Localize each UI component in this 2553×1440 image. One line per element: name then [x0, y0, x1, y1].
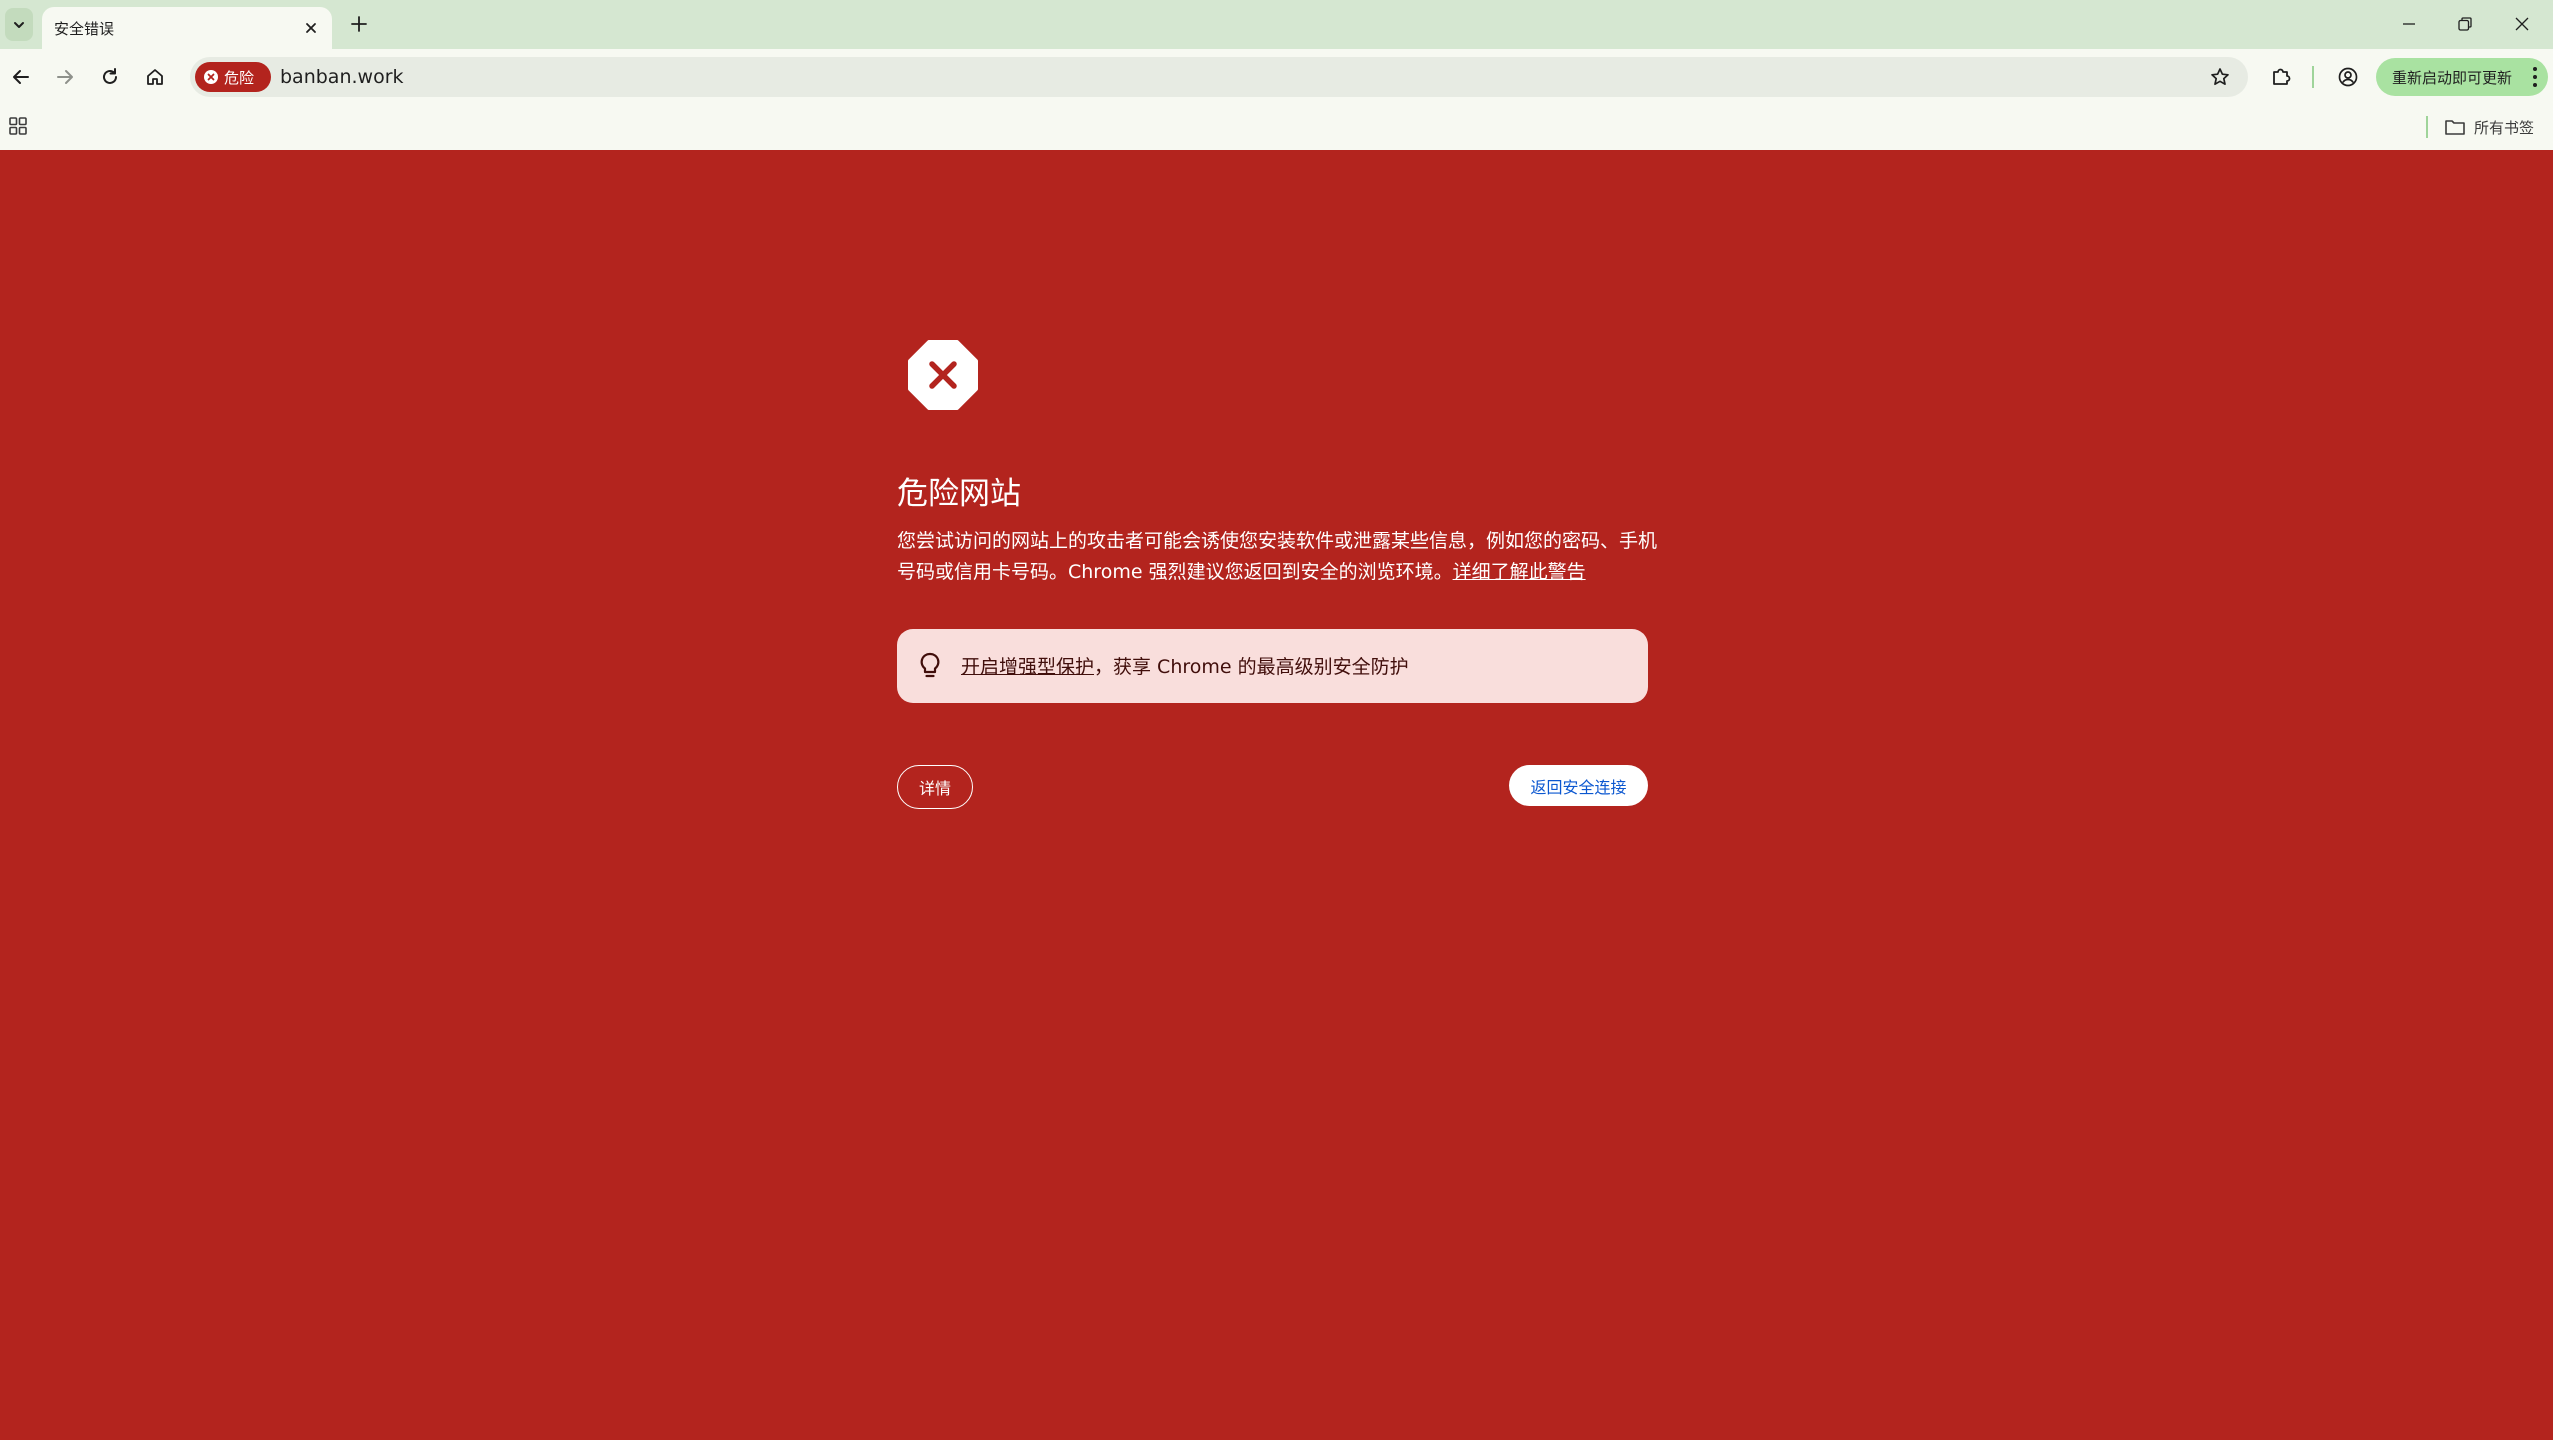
all-bookmarks-button[interactable]: 所有书签: [2444, 113, 2534, 141]
close-window-button[interactable]: [2502, 8, 2542, 40]
arrow-right-icon: [57, 70, 73, 84]
url-text[interactable]: banban.work: [280, 66, 404, 88]
active-tab[interactable]: 安全错误: [42, 7, 332, 49]
restore-button[interactable]: [2445, 8, 2485, 40]
tab-close-button[interactable]: [300, 17, 322, 39]
warning-description: 您尝试访问的网站上的攻击者可能会诱使您安装软件或泄露某些信息，例如您的密码、手机…: [897, 526, 1657, 588]
folder-icon: [2445, 120, 2465, 135]
back-to-safety-button[interactable]: 返回安全连接: [1509, 765, 1648, 806]
safe-browsing-interstitial: 危险网站 您尝试访问的网站上的攻击者可能会诱使您安装软件或泄露某些信息，例如您的…: [0, 150, 2553, 1440]
apps-grid-icon[interactable]: [8, 116, 28, 136]
lightbulb-icon: [920, 652, 940, 678]
toolbar: 危险 banban.work 重新启动即可更新: [0, 49, 2553, 104]
learn-more-link[interactable]: 详细了解此警告: [1453, 561, 1586, 583]
all-bookmarks-label: 所有书签: [2474, 118, 2535, 137]
bookmarks-divider: [2426, 116, 2428, 138]
plus-icon: [351, 16, 367, 32]
reload-icon: [103, 68, 117, 84]
enhanced-protection-rest: ，获享 Chrome 的最高级别安全防护: [1094, 656, 1409, 678]
minimize-button[interactable]: [2389, 8, 2429, 40]
bookmark-star-button[interactable]: [2208, 65, 2232, 89]
tab-search-button[interactable]: [5, 8, 33, 41]
close-icon: [2515, 17, 2529, 31]
danger-icon: [204, 70, 218, 84]
tab-strip: 安全错误: [0, 0, 2553, 49]
bookmarks-bar: 所有书签: [0, 104, 2553, 150]
new-tab-button[interactable]: [346, 11, 372, 37]
back-nav-button[interactable]: [6, 62, 36, 92]
security-chip[interactable]: 危险: [195, 62, 271, 92]
close-icon: [306, 23, 316, 33]
restart-to-update-button[interactable]: 重新启动即可更新: [2376, 58, 2548, 96]
home-icon: [147, 69, 163, 85]
enhanced-protection-promo: 开启增强型保护，获享 Chrome 的最高级别安全防护: [897, 629, 1648, 703]
chevron-down-icon: [14, 21, 24, 28]
profile-button[interactable]: [2333, 62, 2363, 92]
forward-nav-button[interactable]: [50, 62, 80, 92]
page-title: 危险网站: [897, 476, 1021, 512]
address-bar[interactable]: 危险 banban.work: [190, 57, 2248, 97]
reload-button[interactable]: [95, 62, 125, 92]
restore-icon: [2458, 17, 2472, 31]
enhanced-protection-text: 开启增强型保护，获享 Chrome 的最高级别安全防护: [961, 652, 1409, 679]
arrow-left-icon: [13, 70, 29, 84]
star-icon: [2211, 68, 2229, 86]
home-button[interactable]: [140, 62, 170, 92]
extensions-button[interactable]: [2266, 62, 2296, 92]
tab-title: 安全错误: [54, 20, 115, 38]
puzzle-icon: [2273, 68, 2291, 85]
minimize-icon: [2403, 23, 2415, 25]
security-chip-label: 危险: [224, 68, 255, 87]
enhanced-protection-link[interactable]: 开启增强型保护: [961, 656, 1094, 678]
more-vert-icon: [2532, 67, 2538, 87]
account-icon: [2338, 67, 2358, 87]
dangerous-site-icon: [908, 340, 978, 410]
toolbar-divider: [2312, 66, 2314, 88]
update-button-label: 重新启动即可更新: [2392, 68, 2513, 87]
details-button[interactable]: 详情: [897, 765, 973, 809]
